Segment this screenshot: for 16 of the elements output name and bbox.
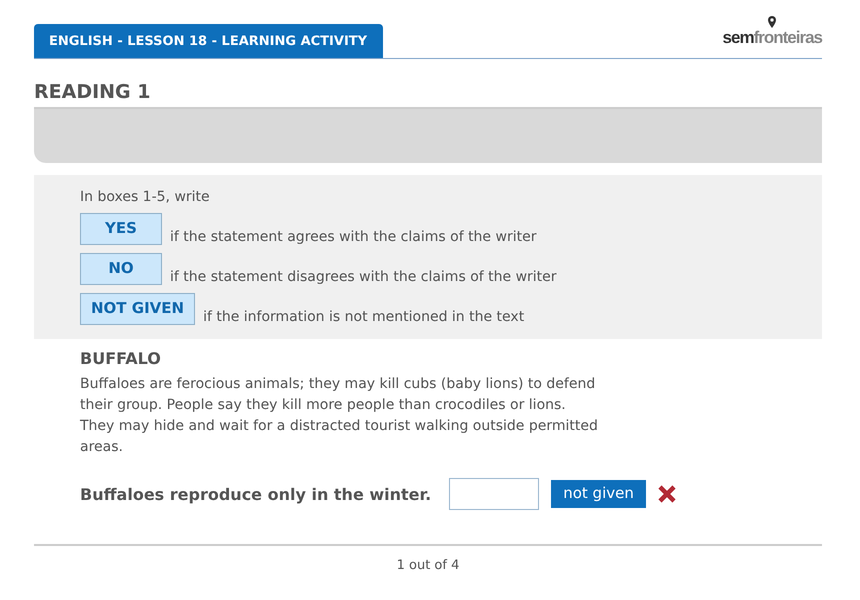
page-counter: 1 out of 4	[396, 558, 460, 573]
answer-label: NO	[80, 253, 162, 285]
section-title: READING 1	[34, 81, 152, 103]
answer-meaning: if the information is not mentioned in the text	[203, 309, 524, 325]
answer-meaning: if the statement agrees with the claims of the writer	[170, 229, 536, 245]
answer-label: YES	[80, 213, 162, 245]
correct-answer: not given	[551, 480, 646, 508]
answer-field[interactable]	[449, 478, 540, 510]
answer-label: NOT GIVEN	[80, 293, 196, 325]
passage-text: Buffaloes are ferocious animals; they may kill cubs (baby lions) to defend their group. People say they kill more people than crocodiles or lions. They may hide and wait for a distracted tourist walking outside permitted areas.	[80, 375, 599, 457]
pin-icon	[768, 16, 776, 28]
answer-meaning: if the statement disagrees with the claims of the writer	[170, 269, 557, 285]
passage-title: BUFFALO	[80, 349, 162, 368]
instruction-text: In boxes 1-5, write	[80, 189, 211, 205]
logo: semfronteiras	[722, 28, 822, 48]
question-statement: Buffaloes reproduce only in the winter.	[80, 484, 432, 504]
